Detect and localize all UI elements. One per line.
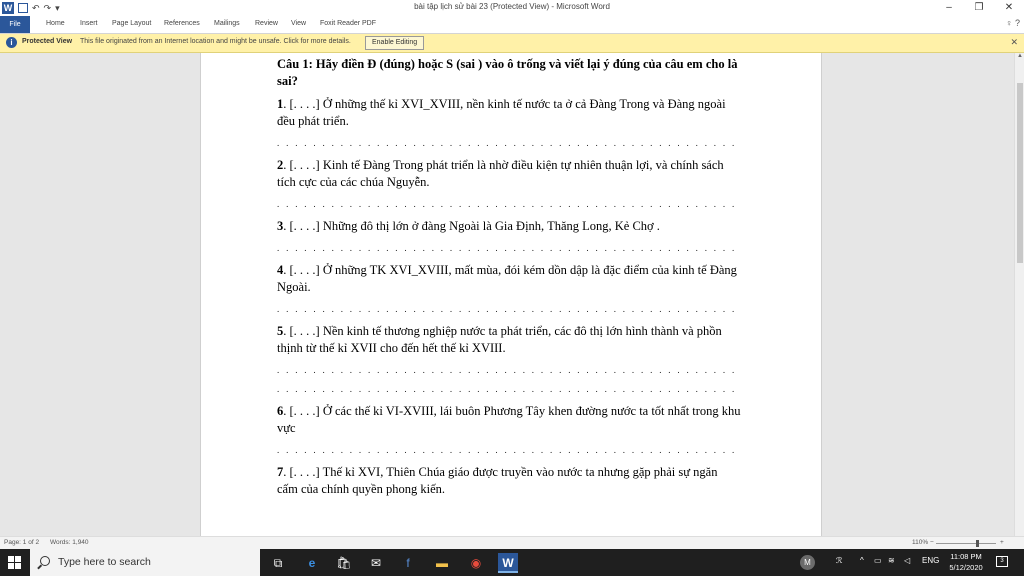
tab-file[interactable]: File — [0, 16, 30, 33]
battery-icon[interactable]: ▭ — [874, 556, 882, 565]
list-item: 7. [. . . .] Thế kỉ XVI, Thiên Chúa giáo… — [277, 464, 741, 498]
scroll-up-icon[interactable]: ▲ — [1015, 53, 1024, 59]
answer-line: . . . . . . . . . . . . . . . . . . . . … — [277, 199, 741, 209]
help-icon[interactable]: ♀ ? — [1006, 18, 1020, 28]
question-heading: Câu 1: Hãy điền Đ (đúng) hoặc S (sai ) v… — [277, 57, 738, 88]
list-item: 4. [. . . .] Ở những TK XVI_XVIII, mất m… — [277, 262, 741, 296]
document-content: Câu 1: Hãy điền Đ (đúng) hoặc S (sai ) v… — [277, 56, 741, 498]
document-workspace: Câu 1: Hãy điền Đ (đúng) hoặc S (sai ) v… — [0, 53, 1014, 536]
windows-start-icon[interactable] — [8, 556, 21, 569]
tab-home[interactable]: Home — [42, 18, 69, 30]
volume-icon[interactable]: ◁ — [904, 556, 910, 565]
taskbar-clock[interactable]: 11:08 PM 5/12/2020 — [944, 551, 988, 573]
notification-icon[interactable]: 3 — [996, 556, 1008, 567]
tab-foxit-reader-pdf[interactable]: Foxit Reader PDF — [316, 18, 380, 30]
protected-view-message[interactable]: This file originated from an Internet lo… — [80, 38, 351, 45]
taskbar: Type here to search ⧉ e 🛍 ✉ f ▬ ◉ W M ℛ … — [0, 549, 1024, 576]
chrome-icon[interactable]: ◉ — [466, 553, 486, 573]
edge-icon[interactable]: e — [302, 553, 322, 573]
language-indicator[interactable]: ENG — [922, 556, 939, 565]
clock-date: 5/12/2020 — [949, 563, 983, 572]
status-bar: Page: 1 of 2 Words: 1,940 110% − + — [0, 536, 1024, 550]
zoom-slider-thumb[interactable] — [976, 540, 979, 547]
document-page[interactable]: Câu 1: Hãy điền Đ (đúng) hoặc S (sai ) v… — [200, 53, 822, 536]
answer-line: . . . . . . . . . . . . . . . . . . . . … — [277, 365, 741, 375]
list-item: 5. [. . . .] Nền kinh tế thương nghiệp n… — [277, 323, 741, 357]
answer-line: . . . . . . . . . . . . . . . . . . . . … — [277, 304, 741, 314]
word-count[interactable]: Words: 1,940 — [50, 539, 89, 546]
tab-view[interactable]: View — [287, 18, 310, 30]
zoom-out-button[interactable]: − — [930, 539, 934, 546]
answer-line: . . . . . . . . . . . . . . . . . . . . … — [277, 384, 741, 394]
scrollbar-thumb[interactable] — [1017, 83, 1023, 263]
answer-line: . . . . . . . . . . . . . . . . . . . . … — [277, 138, 741, 148]
protected-view-title: Protected View — [22, 38, 73, 45]
taskbar-search-box[interactable]: Type here to search — [30, 549, 260, 576]
window-title: bài tập lịch sử bài 23 (Protected View) … — [414, 2, 610, 11]
zoom-level[interactable]: 110% — [912, 539, 928, 546]
minimize-button[interactable]: – — [934, 0, 964, 16]
vertical-scrollbar[interactable]: ▲ — [1014, 53, 1024, 536]
search-placeholder: Type here to search — [58, 556, 151, 568]
title-bar: W ↶ ↷ ▾ bài tập lịch sử bài 23 (Protecte… — [0, 0, 1024, 16]
item-text: . [. . . .] Ở các thế kỉ VI-XVIII, lái b… — [277, 404, 741, 435]
item-text: . [. . . .] Những đô thị lớn ở đàng Ngoà… — [283, 219, 660, 233]
list-item: 6. [. . . .] Ở các thế kỉ VI-XVIII, lái … — [277, 403, 741, 437]
list-item: 3. [. . . .] Những đô thị lớn ở đàng Ngo… — [277, 218, 741, 235]
item-text: . [. . . .] Thế kỉ XVI, Thiên Chúa giáo … — [277, 465, 718, 496]
mail-icon[interactable]: ✉ — [366, 553, 386, 573]
avatar[interactable]: M — [800, 555, 815, 570]
tab-insert[interactable]: Insert — [76, 18, 102, 30]
info-icon: i — [6, 37, 17, 48]
search-icon — [40, 556, 50, 566]
item-text: . [. . . .] Nền kinh tế thương nghiệp nư… — [277, 324, 722, 355]
item-text: . [. . . .] Kinh tế Đàng Trong phát triể… — [277, 158, 724, 189]
zoom-in-button[interactable]: + — [1000, 539, 1004, 546]
tab-page-layout[interactable]: Page Layout — [108, 18, 155, 30]
people-icon[interactable]: ℛ — [836, 556, 842, 565]
answer-line: . . . . . . . . . . . . . . . . . . . . … — [277, 243, 741, 253]
ribbon-tabs: File Home Insert Page Layout References … — [0, 16, 1024, 34]
item-text: . [. . . .] Ở những thế kỉ XVI_XVIII, nề… — [277, 97, 726, 128]
list-item: 2. [. . . .] Kinh tế Đàng Trong phát tri… — [277, 157, 741, 191]
network-icon[interactable]: ≋ — [888, 556, 895, 565]
tab-references[interactable]: References — [160, 18, 204, 30]
task-view-icon[interactable]: ⧉ — [268, 553, 288, 573]
chevron-up-icon[interactable]: ^ — [860, 556, 864, 565]
facebook-icon[interactable]: f — [398, 553, 418, 573]
item-text: . [. . . .] Ở những TK XVI_XVIII, mất mù… — [277, 263, 737, 294]
restore-button[interactable]: ❐ — [964, 0, 994, 16]
list-item: 1. [. . . .] Ở những thế kỉ XVI_XVIII, n… — [277, 96, 741, 130]
page-count[interactable]: Page: 1 of 2 — [4, 539, 39, 546]
answer-line: . . . . . . . . . . . . . . . . . . . . … — [277, 445, 741, 455]
tab-review[interactable]: Review — [251, 18, 282, 30]
store-icon[interactable]: 🛍 — [334, 553, 354, 573]
clock-time: 11:08 PM — [950, 552, 982, 561]
enable-editing-button[interactable]: Enable Editing — [365, 36, 425, 50]
close-button[interactable]: ✕ — [994, 0, 1024, 16]
close-icon[interactable]: ✕ — [1010, 37, 1018, 48]
protected-view-bar: i Protected View This file originated fr… — [0, 34, 1024, 53]
word-taskbar-icon[interactable]: W — [498, 553, 518, 573]
zoom-slider[interactable] — [936, 543, 996, 544]
file-explorer-icon[interactable]: ▬ — [432, 553, 452, 573]
tab-mailings[interactable]: Mailings — [210, 18, 244, 30]
